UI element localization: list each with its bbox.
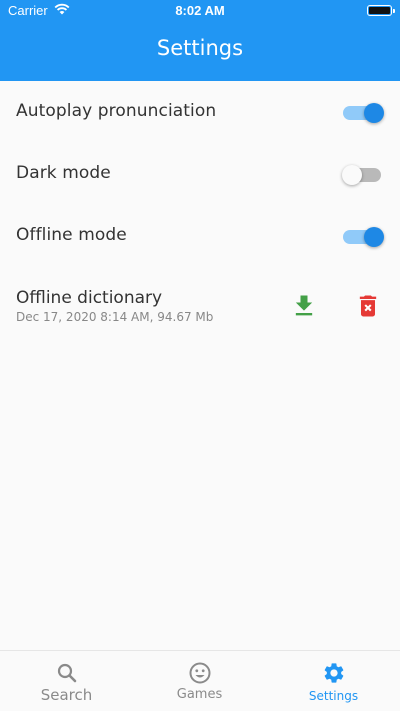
download-icon[interactable] (290, 292, 318, 320)
dark-mode-toggle[interactable] (342, 165, 385, 185)
nav-games[interactable]: Games (133, 651, 266, 711)
setting-row-autoplay: Autoplay pronunciation (0, 81, 400, 143)
bottom-navigation: Search Games Settings (0, 650, 400, 711)
setting-row-dark-mode: Dark mode (0, 143, 400, 205)
nav-settings-label: Settings (308, 689, 359, 703)
delete-icon[interactable] (354, 292, 382, 320)
app-bar: Carrier 8:02 AM Settings (0, 0, 400, 81)
offline-mode-toggle[interactable] (343, 227, 385, 247)
setting-label: Dark mode (16, 163, 111, 183)
gear-icon (324, 663, 344, 683)
page-title: Settings (156, 36, 244, 60)
setting-label: Offline mode (16, 225, 127, 245)
offline-dictionary-meta: Dec 17, 2020 8:14 AM, 94.67 Mb (16, 310, 214, 324)
autoplay-toggle[interactable] (343, 103, 385, 123)
setting-label: Autoplay pronunciation (16, 101, 217, 121)
nav-search[interactable]: Search (0, 651, 133, 711)
nav-settings[interactable]: Settings (267, 651, 400, 711)
battery-icon (367, 5, 395, 16)
clock: 8:02 AM (175, 3, 225, 18)
status-bar: Carrier 8:02 AM (0, 0, 400, 22)
smiley-icon (189, 662, 211, 684)
search-icon (57, 663, 77, 683)
nav-games-label: Games (176, 687, 223, 702)
offline-dictionary-title: Offline dictionary (16, 288, 163, 308)
nav-search-label: Search (40, 686, 93, 704)
setting-row-offline-mode: Offline mode (0, 205, 400, 267)
